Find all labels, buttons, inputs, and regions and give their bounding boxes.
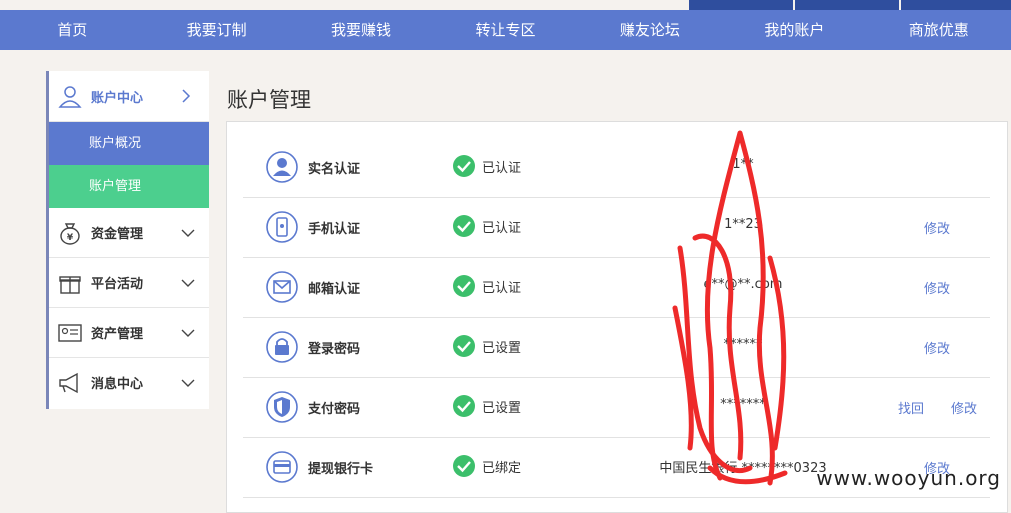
sidebar-item-label: 资产管理 [91,327,144,342]
sidebar-account-center[interactable]: 账户中心 [49,71,209,122]
modify-phone-link[interactable]: 修改 [924,218,950,237]
nav-forum[interactable]: 赚友论坛 [578,10,722,50]
account-panel: 实名认证 已认证 1** 手机认证 已认证 1**23 修改 邮箱认证 已认证 … [226,121,1008,513]
gift-icon [59,275,81,294]
top-strip [0,0,1011,10]
money-bag-icon: ¥ [60,222,80,245]
row-status: 已认证 [482,221,522,236]
sidebar-item-funds[interactable]: ¥ 资金管理 [49,208,209,258]
phone-icon [266,211,298,243]
row-pay-password: 支付密码 已设置 ******* 找回 修改 [243,377,990,438]
check-icon [453,155,475,177]
nav-transfer[interactable]: 转让专区 [433,10,577,50]
row-label: 支付密码 [308,402,361,417]
sidebar-item-messages[interactable]: 消息中心 [49,358,209,407]
row-status: 已认证 [482,281,522,296]
shield-icon [266,391,298,423]
chevron-down-icon [181,329,195,337]
row-status: 已设置 [482,401,522,416]
bank-card-icon [266,451,298,483]
sidebar-head-label: 账户中心 [91,90,144,106]
row-label: 提现银行卡 [308,462,374,477]
row-label: 实名认证 [308,162,361,177]
row-email: 邮箱认证 已认证 e**@**.com 修改 [243,257,990,318]
sidebar-item-label: 消息中心 [91,377,144,392]
row-status: 已设置 [482,341,522,356]
row-phone: 手机认证 已认证 1**23 修改 [243,197,990,258]
user-icon [58,86,82,108]
modify-pay-password-link[interactable]: 修改 [951,398,977,417]
nav-earn[interactable]: 我要赚钱 [289,10,433,50]
svg-text:¥: ¥ [67,233,74,243]
chevron-down-icon [181,279,195,287]
mail-icon [266,271,298,303]
row-status: 已认证 [482,161,522,176]
nav-my-account[interactable]: 我的账户 [722,10,866,50]
check-icon [453,215,475,237]
sidebar-item-assets[interactable]: 资产管理 [49,308,209,358]
nav-customize[interactable]: 我要订制 [144,10,288,50]
nav-home[interactable]: 首页 [0,10,144,50]
redaction-scribble [672,130,788,486]
modify-email-link[interactable]: 修改 [924,278,950,297]
sidebar-item-activities[interactable]: 平台活动 [49,258,209,308]
row-label: 邮箱认证 [308,282,361,297]
page-title: 账户管理 [227,88,311,112]
sidebar-item-label: 平台活动 [91,277,144,292]
row-status: 已绑定 [482,461,522,476]
megaphone-icon [59,372,78,393]
sidebar-item-label: 资金管理 [91,227,144,242]
watermark: www.wooyun.org [816,466,1001,490]
chevron-down-icon [181,229,195,237]
modify-login-password-link[interactable]: 修改 [924,338,950,357]
chevron-down-icon [181,379,195,387]
main-nav: 首页 我要订制 我要赚钱 转让专区 赚友论坛 我的账户 商旅优惠 [0,10,1011,50]
row-login-password: 登录密码 已设置 ****** 修改 [243,317,990,378]
check-icon [453,455,475,477]
check-icon [453,275,475,297]
row-realname: 实名认证 已认证 1** [243,137,990,198]
check-icon [453,395,475,417]
row-label: 手机认证 [308,222,361,237]
retrieve-pay-password-link[interactable]: 找回 [898,398,924,417]
sidebar: 账户中心 账户概况 账户管理 ¥ 资金管理 平台活动 资产管理 消息中心 [46,71,209,409]
person-icon [266,151,298,183]
row-label: 登录密码 [308,342,361,357]
nav-travel[interactable]: 商旅优惠 [867,10,1011,50]
check-icon [453,335,475,357]
lock-icon [266,331,298,363]
id-card-icon [58,323,82,342]
sidebar-sub-overview[interactable]: 账户概况 [49,122,209,165]
chevron-right-icon [182,89,191,103]
sidebar-sub-management[interactable]: 账户管理 [49,165,209,208]
